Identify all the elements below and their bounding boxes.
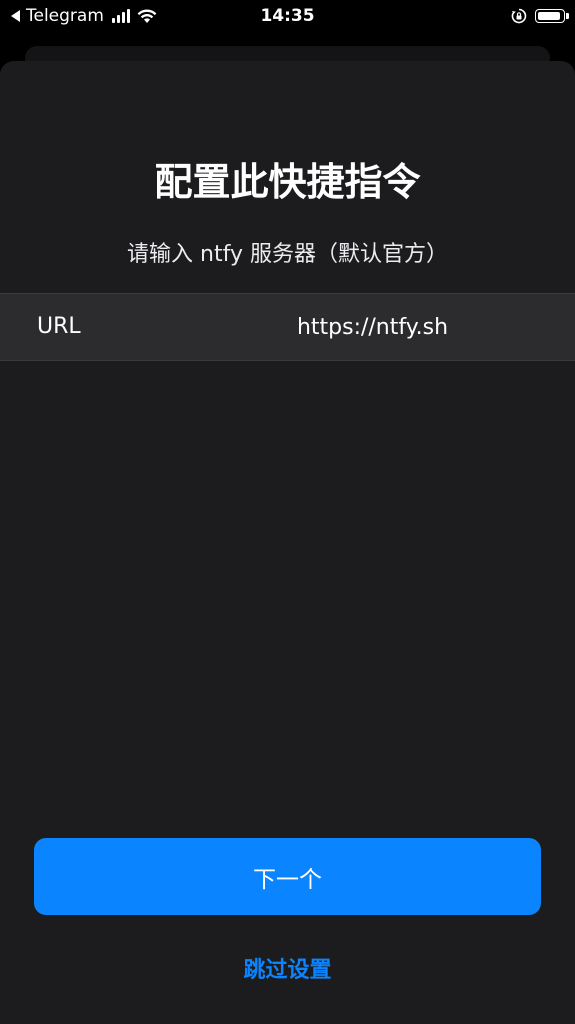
url-field-row[interactable]: URL [0,293,575,361]
sheet-subtitle: 请输入 ntfy 服务器（默认官方） [127,242,448,267]
battery-level [538,12,560,20]
sheet-title: 配置此快捷指令 [154,160,421,204]
skip-setup-button[interactable]: 跳过设置 [0,952,575,984]
clock: 14:35 [260,6,315,26]
next-button[interactable]: 下一个 [34,838,541,915]
configure-sheet: 配置此快捷指令 请输入 ntfy 服务器（默认官方） URL 下一个 跳过设置 [0,61,575,1024]
battery-icon [535,9,569,23]
status-bar: Telegram 14:35 [0,0,575,34]
orientation-lock-icon [511,8,527,24]
status-right [511,6,569,26]
url-field-label: URL [37,314,81,339]
screen: Telegram 14:35 配置此快捷指令 请输入 ntfy 服务器（默认官方… [0,0,575,1024]
url-input[interactable] [190,307,555,347]
